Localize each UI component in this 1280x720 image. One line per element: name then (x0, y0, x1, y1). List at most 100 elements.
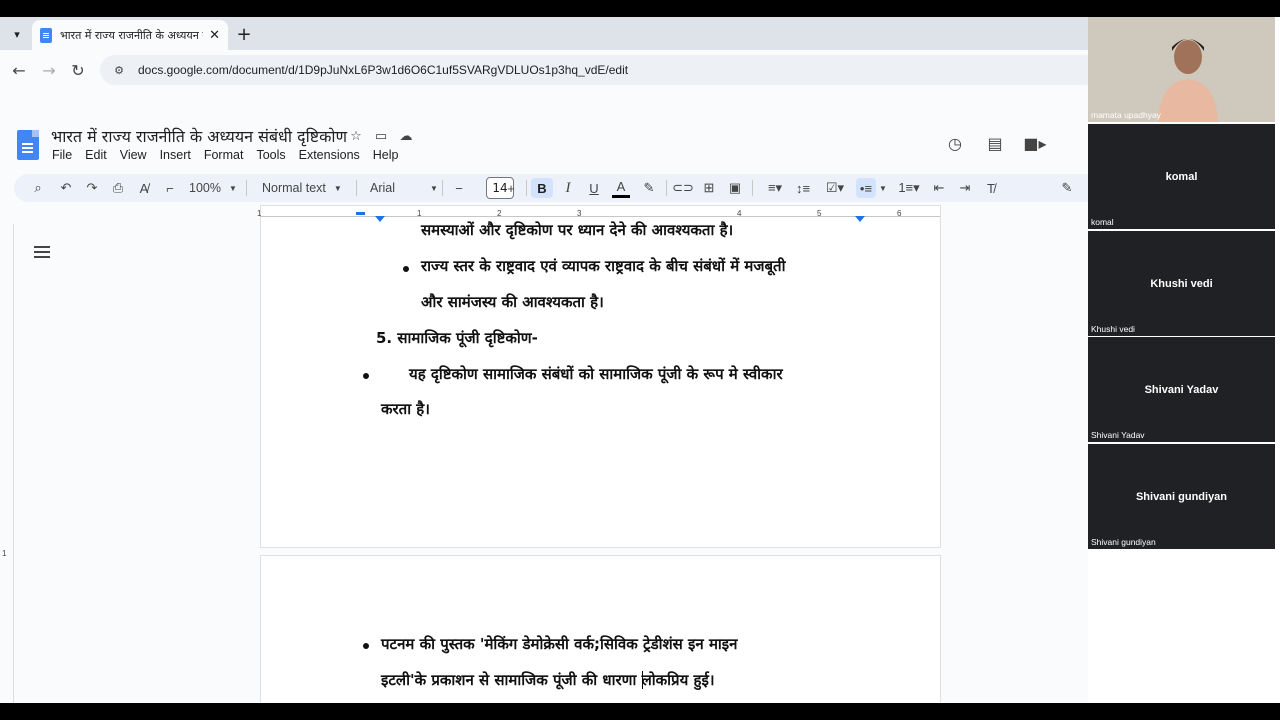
forward-icon[interactable]: → (38, 59, 60, 81)
star-icon[interactable]: ☆ (348, 128, 364, 144)
new-tab-button[interactable]: + (233, 23, 255, 45)
participant-tile[interactable]: mamata upadhyay (1088, 17, 1275, 122)
underline-button[interactable]: U (585, 178, 603, 198)
zoom-value: 100% (189, 181, 221, 195)
document-page[interactable]: पटनम की पुस्तक 'मेकिंग डेमोक्रेसी वर्क;स… (260, 555, 941, 715)
line-spacing-icon[interactable]: ↕≡ (794, 178, 812, 198)
outline-icon[interactable] (34, 245, 50, 259)
right-indent-marker[interactable] (855, 216, 865, 222)
move-icon[interactable]: ▭ (373, 128, 389, 144)
document-page[interactable]: समस्याओं और दृष्टिकोण पर ध्यान देने की आ… (260, 205, 941, 548)
menu-format[interactable]: Format (204, 148, 252, 162)
participant-label: Shivani gundiyan (1091, 537, 1156, 547)
ruler-number: 3 (577, 209, 582, 218)
meet-icon[interactable]: ■▸ (1023, 132, 1046, 154)
cloud-icon[interactable]: ☁ (398, 128, 414, 144)
paragraph-line: राज्य स्तर के राष्ट्रवाद एवं व्यापक राष्… (421, 257, 786, 275)
text-cursor (642, 671, 643, 689)
numbered-list-icon[interactable]: 1≡▾ (894, 178, 924, 198)
participant-label: Khushi vedi (1091, 324, 1135, 334)
reload-icon[interactable]: ↻ (67, 59, 89, 81)
paint-format-icon[interactable]: ⌐ (160, 178, 180, 198)
chevron-down-icon[interactable]: ▾ (6, 23, 28, 45)
docs-logo-icon[interactable] (17, 130, 39, 160)
menu-help[interactable]: Help (373, 148, 407, 162)
participant-tile[interactable]: Shivani Yadav Shivani Yadav (1088, 337, 1275, 442)
ruler-number: 1 (417, 209, 422, 218)
bulleted-list-icon[interactable]: •≡ (856, 178, 876, 198)
ruler-number: 4 (737, 209, 742, 218)
first-line-indent-marker[interactable] (356, 212, 365, 215)
search-icon[interactable]: ⌕ (28, 178, 48, 198)
spellcheck-icon[interactable]: A̸ (134, 178, 154, 198)
back-icon[interactable]: ← (8, 59, 30, 81)
top-black-bar (0, 0, 1280, 17)
menu-edit[interactable]: Edit (85, 148, 115, 162)
increase-indent-icon[interactable]: ⇥ (956, 178, 974, 198)
menu-insert[interactable]: Insert (160, 148, 199, 162)
url-bar[interactable]: ⚙ docs.google.com/document/d/1D9pJuNxL6P… (100, 55, 1100, 85)
checklist-icon[interactable]: ☑▾ (820, 178, 850, 198)
browser-tab[interactable]: भारत में राज्य राजनीति के अध्ययन संबंधी … (32, 20, 228, 50)
menu-bar: File Edit View Insert Format Tools Exten… (52, 148, 412, 162)
participant-tile[interactable]: Khushi vedi Khushi vedi (1088, 231, 1275, 336)
participant-label: Shivani Yadav (1091, 430, 1145, 440)
video-call-panel: mamata upadhyay komal komal Khushi vedi … (1088, 17, 1280, 703)
site-info-icon[interactable]: ⚙ (112, 63, 126, 77)
font-select[interactable]: Arial ▼ (370, 178, 438, 198)
undo-icon[interactable]: ↶ (56, 178, 76, 198)
toolbar-divider (246, 180, 247, 196)
edit-mode-icon[interactable]: ✎ (1058, 178, 1076, 198)
print-icon[interactable]: ⎙ (108, 178, 128, 198)
caret-down-icon: ▼ (228, 183, 237, 193)
italic-button[interactable]: I (559, 178, 577, 198)
link-icon[interactable]: ⊂⊃ (672, 178, 694, 198)
menu-view[interactable]: View (120, 148, 155, 162)
zoom-select[interactable]: 100% ▼ (189, 178, 237, 198)
docs-header: भारत में राज्य राजनीति के अध्ययन संबंधी … (0, 120, 1088, 170)
close-icon[interactable]: ✕ (209, 28, 220, 43)
paragraph-line: और सामंजस्य की आवश्यकता है। (421, 293, 604, 311)
menu-file[interactable]: File (52, 148, 80, 162)
doc-favicon (40, 27, 52, 43)
bullet-marker (363, 643, 369, 649)
clear-format-icon[interactable]: T̸ (982, 178, 1000, 198)
left-indent-marker[interactable] (375, 216, 385, 222)
participant-tile[interactable]: Shivani gundiyan Shivani gundiyan (1088, 444, 1275, 549)
add-comment-icon[interactable]: ⊞ (700, 178, 718, 198)
bullet-marker (363, 373, 369, 379)
decrease-font-button[interactable]: − (452, 178, 466, 198)
formatting-toolbar: ⌕ ↶ ↷ ⎙ A̸ ⌐ 100% ▼ Normal text ▼ Arial ▼ −… (14, 174, 1124, 202)
decrease-indent-icon[interactable]: ⇤ (930, 178, 948, 198)
caret-down-icon[interactable]: ▼ (878, 178, 888, 198)
participant-name: komal (1165, 170, 1198, 183)
align-icon[interactable]: ≡▾ (760, 178, 790, 198)
participant-name: Shivani Yadav (1144, 383, 1219, 396)
paragraph-line: समस्याओं और दृष्टिकोण पर ध्यान देने की आ… (421, 221, 734, 239)
ruler-number: 6 (897, 209, 902, 218)
menu-tools[interactable]: Tools (256, 148, 293, 162)
toolbar-divider (442, 180, 443, 196)
paragraph-line: यह दृष्टिकोण सामाजिक संबंधों को सामाजिक … (409, 365, 783, 383)
increase-font-button[interactable]: + (504, 178, 518, 198)
font-value: Arial (370, 181, 396, 195)
style-select[interactable]: Normal text ▼ (262, 178, 342, 198)
redo-icon[interactable]: ↷ (82, 178, 102, 198)
image-icon[interactable]: ▣ (726, 178, 744, 198)
toolbar-divider (666, 180, 667, 196)
bold-button[interactable]: B (531, 178, 553, 198)
history-icon[interactable]: ◷ (944, 132, 966, 154)
highlight-icon[interactable]: ✎ (640, 178, 658, 198)
participant-tile[interactable]: komal komal (1088, 124, 1275, 229)
url-text: docs.google.com/document/d/1D9pJuNxL6P3w… (138, 63, 629, 77)
paragraph-line: पटनम की पुस्तक 'मेकिंग डेमोक्रेसी वर्क;स… (381, 635, 738, 653)
participant-name: Shivani gundiyan (1135, 490, 1228, 503)
text-color-button[interactable]: A (612, 178, 630, 198)
ruler-number: 1 (257, 209, 262, 218)
document-title[interactable]: भारत में राज्य राजनीति के अध्ययन संबंधी … (51, 125, 347, 147)
comment-icon[interactable]: ▤ (984, 132, 1006, 154)
toolbar-divider (526, 180, 527, 196)
menu-extensions[interactable]: Extensions (299, 148, 368, 162)
screen: ▾ भारत में राज्य राजनीति के अध्ययन संबंध… (0, 0, 1280, 720)
paragraph-line: करता है। (381, 400, 430, 418)
